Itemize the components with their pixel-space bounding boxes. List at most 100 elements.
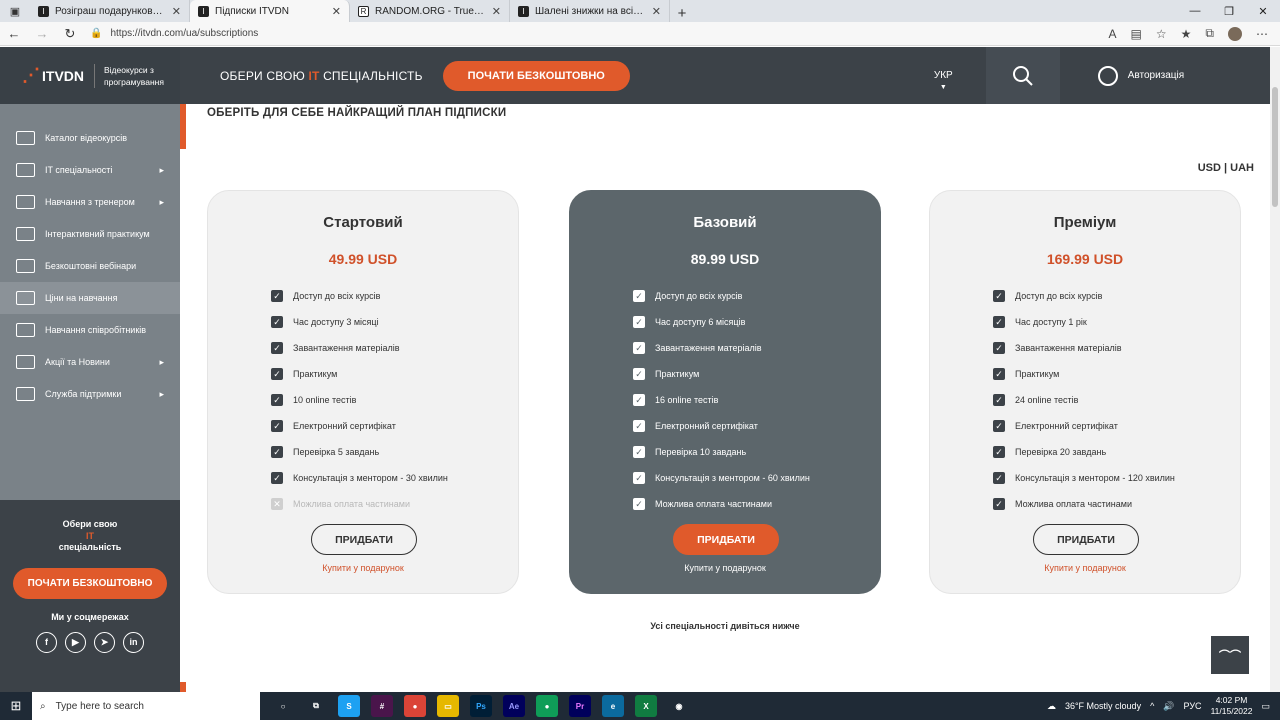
more-menu-icon[interactable]: ⋯ <box>1256 27 1268 41</box>
tab-title: Підписки ITVDN <box>215 5 289 17</box>
reload-button[interactable]: ↻ <box>56 26 84 42</box>
currency-usd[interactable]: USD <box>1198 162 1221 174</box>
sidebar-item[interactable]: Безкоштовні вебінари <box>0 250 180 282</box>
feature-item: ✓ Доступ до всіх курсів <box>993 283 1175 309</box>
sidebar-item[interactable]: Каталог відеокурсів <box>0 122 180 154</box>
chrome-profile-icon[interactable]: ● <box>536 695 558 717</box>
site-logo[interactable]: ⋰ ITVDN Відеокурси з програмування <box>0 47 180 104</box>
feature-text: Перевірка 5 завдань <box>293 447 380 457</box>
search-button[interactable] <box>985 47 1060 104</box>
skype-icon[interactable]: S <box>338 695 360 717</box>
feature-text: Консультація з ментором - 30 хвилин <box>293 473 448 483</box>
scrollbar-thumb[interactable] <box>1272 87 1278 207</box>
sidebar-item[interactable]: Акції та Новини ▸ <box>0 346 180 378</box>
weather-text[interactable]: 36°F Mostly cloudy <box>1065 701 1141 711</box>
buy-as-gift-link: Купити у подарунок <box>322 563 404 573</box>
plan-price: 89.99 USD <box>690 251 760 267</box>
show-hidden-icons[interactable]: ^ <box>1150 701 1154 711</box>
add-favorite-icon[interactable]: ☆ <box>1156 27 1167 41</box>
dropdown-arrow-icon: ▼ <box>939 84 947 91</box>
clock[interactable]: 4:02 PM 11/15/2022 <box>1211 695 1253 717</box>
close-tab-icon[interactable]: ✕ <box>492 5 501 18</box>
chat-button[interactable]: ⌒⌒ <box>1211 636 1249 674</box>
buy-button[interactable]: ПРИДБАТИ <box>311 524 417 555</box>
facebook-icon[interactable]: f <box>36 631 57 653</box>
forward-button[interactable]: → <box>28 26 56 41</box>
sidebar-item[interactable]: Ціни на навчання <box>0 282 180 314</box>
collections-icon[interactable]: ⧉ <box>1205 26 1214 41</box>
login-label: Авторизація <box>1127 70 1185 81</box>
maximize-icon[interactable]: ❐ <box>1212 5 1246 18</box>
start-free-button[interactable]: ПОЧАТИ БЕЗКОШТОВНО <box>442 60 630 91</box>
premiere-icon[interactable]: Pr <box>569 695 591 717</box>
close-window-icon[interactable]: ✕ <box>1246 5 1280 18</box>
volume-icon[interactable]: 🔊 <box>1163 701 1174 712</box>
slack-icon[interactable]: # <box>371 695 393 717</box>
browser-tab-1[interactable]: I Розіграш подарункових сертиф ✕ <box>30 0 190 22</box>
sidebar-item[interactable]: Навчання з тренером ▸ <box>0 186 180 218</box>
login-button[interactable]: Авторизація <box>1059 47 1221 104</box>
sidebar-item-label: Навчання з тренером <box>45 197 135 207</box>
close-tab-icon[interactable]: ✕ <box>172 5 181 18</box>
checkbox-checked-icon: ✓ <box>993 368 1005 380</box>
youtube-icon[interactable]: ▶ <box>65 631 86 653</box>
sidebar-promo: Обери свою IT спеціальність ПОЧАТИ БЕЗКО… <box>0 500 180 692</box>
header-specialty-link[interactable]: ОБЕРИ СВОЮ IT СПЕЦІАЛЬНІСТЬ <box>220 69 423 83</box>
accent-bar <box>180 104 186 149</box>
page-scrollbar[interactable] <box>1270 47 1280 692</box>
chrome-icon[interactable]: ● <box>404 695 426 717</box>
buy-button[interactable]: ПРИДБАТИ <box>673 524 779 555</box>
browser-tab-3[interactable]: R RANDOM.ORG - True Random N ✕ <box>350 0 510 22</box>
sidebar-start-free-button[interactable]: ПОЧАТИ БЕЗКОШТОВНО <box>13 567 167 599</box>
chevron-right-icon: ▸ <box>159 356 164 367</box>
feature-text: Перевірка 20 завдань <box>1015 447 1107 457</box>
logo-subtitle: Відеокурси з програмування <box>94 63 164 88</box>
telegram-icon[interactable]: ➤ <box>94 631 115 653</box>
os-taskbar: ⊞ ⌕ Type here to search ○ ⧉ S # ● ▭ Ps A… <box>0 692 1280 720</box>
close-tab-icon[interactable]: ✕ <box>652 5 661 18</box>
buy-button[interactable]: ПРИДБАТИ <box>1033 524 1139 555</box>
feature-list: ✓ Доступ до всіх курсів ✓ Час доступу 6 міс… <box>633 283 810 517</box>
favorites-icon[interactable]: ★ <box>1181 27 1192 41</box>
windows-start-icon[interactable]: ⊞ <box>0 692 32 720</box>
sidebar-item[interactable]: IT спеціальності ▸ <box>0 154 180 186</box>
file-explorer-icon[interactable]: ▭ <box>437 695 459 717</box>
obs-icon[interactable]: ◉ <box>668 695 690 717</box>
itvdn-favicon-icon: I <box>198 5 209 17</box>
back-button[interactable]: ← <box>0 26 28 41</box>
excel-icon[interactable]: X <box>635 695 657 717</box>
weather-icon[interactable]: ☁ <box>1047 701 1056 712</box>
linkedin-icon[interactable]: in <box>123 631 144 653</box>
checkbox-checked-icon: ✓ <box>271 394 283 406</box>
currency-uah[interactable]: UAH <box>1230 162 1254 174</box>
profile-avatar[interactable] <box>1228 26 1242 41</box>
tray-lang[interactable]: РУС <box>1184 701 1202 711</box>
sidebar-nav: Каталог відеокурсів IT спеціальності ▸ Навч… <box>0 104 180 500</box>
task-view-icon[interactable]: ⧉ <box>305 695 327 717</box>
timer-icon <box>16 227 35 241</box>
new-tab-button[interactable]: + <box>670 5 694 22</box>
window-menu-icon[interactable]: ▣ <box>0 0 30 22</box>
cortana-icon[interactable]: ○ <box>272 695 294 717</box>
address-bar[interactable]: 🔒 https://itvdn.com/ua/subscriptions <box>90 28 258 39</box>
browser-tab-4[interactable]: I Шалені знижки на всі IT-спеціа ✕ <box>510 0 670 22</box>
sidebar-item[interactable]: Інтерактивний практикум <box>0 218 180 250</box>
minimize-icon[interactable]: — <box>1178 5 1212 17</box>
system-tray: ☁ 36°F Mostly cloudy ^ 🔊 РУС 4:02 PM 11/… <box>1047 695 1280 717</box>
close-tab-icon[interactable]: ✕ <box>332 5 341 18</box>
edge-icon[interactable]: e <box>602 695 624 717</box>
taskbar-search[interactable]: ⌕ Type here to search <box>32 692 260 720</box>
after-effects-icon[interactable]: Ae <box>503 695 525 717</box>
browser-tab-2[interactable]: I Підписки ITVDN ✕ <box>190 0 350 22</box>
immersive-reader-icon[interactable]: ▤ <box>1131 27 1142 41</box>
checkbox-checked-icon: ✓ <box>633 368 645 380</box>
sidebar-item[interactable]: Навчання співробітників <box>0 314 180 346</box>
language-selector[interactable]: УКР ▼ <box>934 70 953 91</box>
photoshop-icon[interactable]: Ps <box>470 695 492 717</box>
tab-title: Шалені знижки на всі IT-спеціа <box>535 5 646 17</box>
read-aloud-icon[interactable]: A <box>1109 27 1117 41</box>
video-catalog-icon <box>16 131 35 145</box>
sidebar-item[interactable]: Служба підтримки ▸ <box>0 378 180 410</box>
feature-text: Консультація з ментором - 60 хвилин <box>655 473 810 483</box>
notifications-icon[interactable]: ▭ <box>1261 701 1270 712</box>
